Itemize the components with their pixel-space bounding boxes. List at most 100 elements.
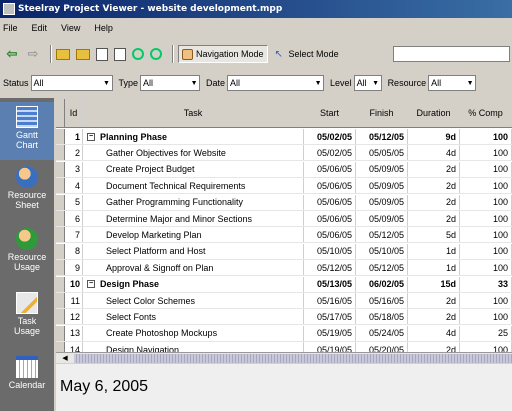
table-row[interactable]: 10− Design Phase 05/13/05 06/02/05 15d 33 (56, 276, 512, 293)
cell-id: 3 (65, 161, 83, 177)
table-row[interactable]: 11 Select Color Schemes 05/16/05 05/16/05 2d… (56, 293, 512, 309)
cell-percent-complete: 100 (460, 211, 512, 226)
date-filter-select[interactable]: All ▼ (227, 75, 325, 91)
select-mode-button[interactable]: ↖ Select Mode (272, 45, 342, 63)
cell-start: 05/02/05 (304, 145, 356, 161)
select-mode-label: Select Mode (288, 49, 339, 59)
cell-start: 05/02/05 (304, 129, 356, 144)
sidebar-item-label: Resource Usage (7, 252, 47, 272)
sidebar-item-task-usage[interactable]: Task Usage (0, 290, 54, 348)
cell-percent-complete: 33 (460, 276, 512, 292)
table-row[interactable]: 13 Create Photoshop Mockups 05/19/05 05/24/… (56, 325, 512, 342)
open-folder-icon[interactable] (56, 48, 70, 60)
cell-finish: 05/24/05 (356, 325, 408, 341)
sidebar-item-gantt-chart[interactable]: Gantt Chart (0, 102, 54, 160)
chevron-down-icon: ▼ (190, 79, 198, 87)
cell-start: 05/13/05 (304, 276, 356, 292)
column-header-id[interactable]: Id (65, 99, 83, 127)
sidebar-item-calendar[interactable]: Calendar (0, 354, 54, 394)
menu-edit[interactable]: Edit (32, 23, 48, 33)
cell-percent-complete: 100 (460, 178, 512, 194)
title-bar: Steelray Project Viewer - website develo… (0, 0, 512, 18)
column-header-percent-complete[interactable]: % Comp (460, 99, 512, 127)
type-filter-select[interactable]: All ▼ (140, 75, 201, 91)
zoom-out-icon[interactable] (150, 48, 162, 60)
calendar-icon (16, 356, 38, 378)
row-selector (56, 260, 65, 276)
table-row[interactable]: 6 Determine Major and Minor Sections 05/06… (56, 211, 512, 227)
table-row[interactable]: 7 Develop Marketing Plan 05/06/05 05/12/05 5… (56, 227, 512, 244)
column-header-duration[interactable]: Duration (408, 99, 460, 127)
resource-usage-icon (16, 228, 38, 250)
collapse-toggle-icon[interactable]: − (87, 132, 95, 141)
cell-task: Document Technical Requirements (83, 178, 304, 194)
cell-finish: 05/12/05 (356, 260, 408, 276)
scroll-left-arrow-icon[interactable]: ◀ (58, 354, 72, 363)
page-setup-icon[interactable] (96, 47, 108, 61)
column-header-finish[interactable]: Finish (356, 99, 408, 127)
chevron-down-icon: ▼ (103, 79, 110, 87)
collapse-toggle-icon[interactable]: − (87, 280, 95, 289)
cell-start: 05/06/05 (304, 211, 356, 226)
table-row[interactable]: 9 Approval & Signoff on Plan 05/12/05 05/12… (56, 260, 512, 277)
toolbar-search-input[interactable] (393, 46, 510, 62)
status-filter-select[interactable]: All ▼ (30, 75, 113, 91)
sidebar-item-label: Task Usage (13, 316, 40, 336)
menu-file[interactable]: File (3, 23, 18, 33)
cell-id: 12 (65, 309, 83, 325)
cell-id: 2 (65, 145, 83, 161)
resource-sheet-icon (16, 166, 38, 188)
cell-duration: 2d (408, 211, 460, 226)
date-panel: May 6, 2005 (56, 364, 512, 411)
date-filter-value: All (230, 78, 241, 88)
cell-finish: 05/09/05 (356, 211, 408, 226)
sidebar-item-resource-usage[interactable]: Resource Usage (0, 226, 54, 284)
sidebar-item-resource-sheet[interactable]: Resource Sheet (0, 164, 54, 222)
back-arrow-icon[interactable]: ⇦ (4, 46, 20, 62)
table-header-row: Id Task Start Finish Duration % Comp (56, 99, 512, 128)
table-row[interactable]: 5 Gather Programming Functionality 05/06/0… (56, 194, 512, 211)
cell-finish: 05/10/05 (356, 243, 408, 259)
table-row[interactable]: 2 Gather Objectives for Website 05/02/05 05… (56, 145, 512, 162)
column-header-task[interactable]: Task (83, 99, 304, 127)
cell-id: 8 (65, 243, 83, 259)
table-row[interactable]: 8 Select Platform and Host 05/10/05 05/10/0… (56, 243, 512, 260)
navigation-mode-button[interactable]: Navigation Mode (178, 45, 268, 63)
table-row[interactable]: 4 Document Technical Requirements 05/06/05… (56, 178, 512, 195)
horizontal-scrollbar[interactable]: ◀ (56, 352, 512, 363)
resource-filter-select[interactable]: All ▼ (428, 75, 477, 91)
toolbar: ⇦ ⇨ Navigation Mode ↖ Select Mode (0, 43, 512, 65)
task-name: Planning Phase (100, 131, 168, 142)
copy-icon[interactable] (114, 47, 126, 61)
column-header-start[interactable]: Start (304, 99, 356, 127)
menu-help[interactable]: Help (94, 23, 113, 33)
cell-percent-complete: 100 (460, 260, 512, 276)
table-row[interactable]: 3 Create Project Budget 05/06/05 05/09/05 2d… (56, 161, 512, 178)
zoom-in-icon[interactable] (132, 48, 144, 60)
cell-id: 4 (65, 178, 83, 194)
date-filter-label: Date (206, 78, 226, 88)
cell-percent-complete: 100 (460, 161, 512, 177)
cell-finish: 06/02/05 (356, 276, 408, 292)
cell-duration: 2d (408, 309, 460, 325)
cell-task: Gather Programming Functionality (83, 194, 304, 210)
cell-task: − Design Phase (83, 276, 304, 292)
cell-duration: 2d (408, 161, 460, 177)
task-table: Id Task Start Finish Duration % Comp 1− P… (56, 99, 512, 363)
level-filter-select[interactable]: All ▼ (353, 75, 382, 91)
cell-start: 05/06/05 (304, 194, 356, 210)
table-row[interactable]: 12 Select Fonts 05/17/05 05/18/05 2d 100 (56, 309, 512, 326)
scrollbar-thumb[interactable] (74, 354, 512, 363)
cell-id: 1 (65, 129, 83, 144)
cell-finish: 05/05/05 (356, 145, 408, 161)
cell-start: 05/12/05 (304, 260, 356, 276)
cell-finish: 05/18/05 (356, 309, 408, 325)
forward-arrow-icon[interactable]: ⇨ (25, 46, 41, 62)
table-row[interactable]: 1− Planning Phase 05/02/05 05/12/05 9d 100 (56, 129, 512, 145)
row-selector (56, 211, 65, 226)
menu-view[interactable]: View (61, 23, 80, 33)
open-recent-icon[interactable] (76, 48, 90, 60)
row-selector (56, 145, 65, 161)
cell-start: 05/06/05 (304, 161, 356, 177)
window-title: Steelray Project Viewer - website develo… (18, 4, 283, 14)
